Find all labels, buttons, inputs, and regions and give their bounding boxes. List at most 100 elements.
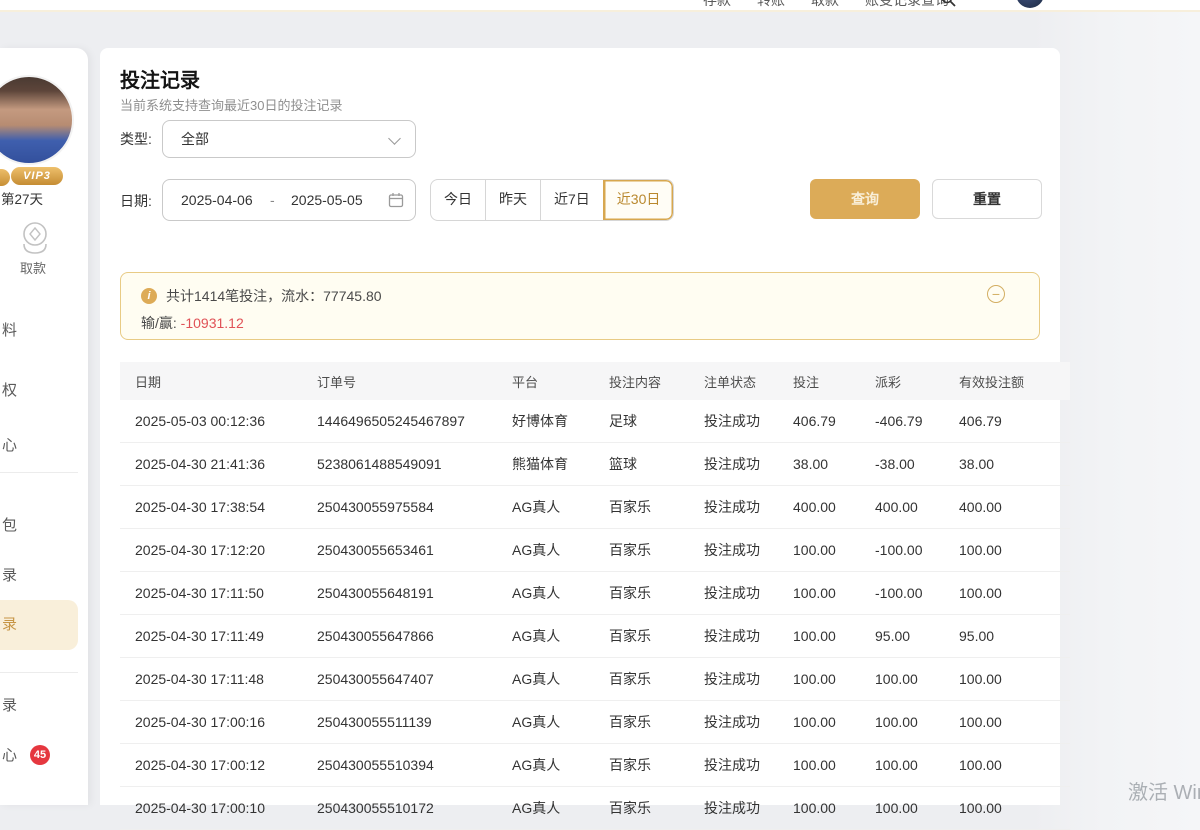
sidebar-item-label: 心: [2, 747, 17, 764]
cell-status: 投注成功: [703, 744, 792, 787]
summary-total-text: 共计1414笔投注，流水：77745.80: [166, 286, 382, 306]
cell-payout: 100.00: [874, 658, 958, 701]
cell-platform: AG真人: [511, 744, 608, 787]
cell-bet: 100.00: [792, 529, 874, 572]
sidebar-item-4[interactable]: 包: [0, 512, 88, 540]
collapse-icon[interactable]: −: [987, 285, 1005, 303]
nav-item-3[interactable]: 账变记录查询: [865, 0, 949, 10]
cell-valid: 100.00: [958, 744, 1070, 787]
nav-item-1[interactable]: 转账: [757, 0, 785, 10]
cell-date: 2025-04-30 17:00:16: [120, 701, 316, 744]
cell-bet: 100.00: [792, 787, 874, 830]
table-row: 2025-04-30 21:41:365238061488549091熊猫体育篮…: [120, 443, 1070, 486]
sidebar-item-label: 心: [2, 437, 17, 454]
date-separator: -: [270, 180, 275, 220]
betting-records-table: 日期订单号平台投注内容注单状态投注派彩有效投注额 2025-05-03 00:1…: [120, 362, 1070, 830]
cell-payout: 100.00: [874, 701, 958, 744]
cell-bet: 100.00: [792, 701, 874, 744]
sidebar-item-1[interactable]: 权: [0, 377, 88, 405]
column-header-4: 注单状态: [703, 362, 792, 400]
cell-payout: 100.00: [874, 744, 958, 787]
cell-content: 百家乐: [608, 744, 703, 787]
winloss-label: 输/赢:: [141, 315, 177, 331]
cell-bet: 100.00: [792, 572, 874, 615]
cell-payout: -406.79: [874, 400, 958, 443]
cell-status: 投注成功: [703, 615, 792, 658]
cell-platform: AG真人: [511, 658, 608, 701]
winloss-value: -10931.12: [181, 315, 244, 331]
quick-filter-3[interactable]: 近30日: [603, 180, 674, 220]
sidebar-divider: [0, 472, 78, 473]
cell-payout: 95.00: [874, 615, 958, 658]
cell-platform: AG真人: [511, 787, 608, 830]
cell-status: 投注成功: [703, 787, 792, 830]
user-avatar[interactable]: [1016, 0, 1044, 8]
date-start-value[interactable]: 2025-04-06: [181, 180, 253, 220]
cell-status: 投注成功: [703, 572, 792, 615]
cell-payout: 400.00: [874, 486, 958, 529]
calendar-icon[interactable]: [388, 192, 404, 211]
cell-bet: 400.00: [792, 486, 874, 529]
column-header-3: 投注内容: [608, 362, 703, 400]
quick-filter-1[interactable]: 昨天: [485, 180, 540, 220]
cell-order: 250430055648191: [316, 572, 511, 615]
table-row: 2025-04-30 17:00:16250430055511139AG真人百家…: [120, 701, 1070, 744]
sidebar-item-6[interactable]: 录: [0, 600, 78, 650]
search-button[interactable]: 查询: [810, 179, 920, 219]
cell-platform: AG真人: [511, 615, 608, 658]
sidebar: VIP3 第27天 取款 料权心包录录录心45: [0, 48, 88, 805]
windows-activation-watermark: 激活 Wind: [1128, 776, 1200, 805]
reset-button[interactable]: 重置: [932, 179, 1042, 219]
cell-payout: -100.00: [874, 572, 958, 615]
cell-date: 2025-04-30 17:12:20: [120, 529, 316, 572]
sidebar-menu: 料权心包录录录心45: [0, 48, 88, 805]
sidebar-item-label: 料: [2, 322, 17, 339]
cell-date: 2025-04-30 17:38:54: [120, 486, 316, 529]
cell-valid: 100.00: [958, 787, 1070, 830]
top-nav-items: 存款 转账 取款 账变记录查询: [703, 0, 949, 10]
sidebar-item-2[interactable]: 心: [0, 432, 88, 460]
table-row: 2025-04-30 17:11:50250430055648191AG真人百家…: [120, 572, 1070, 615]
table-row: 2025-04-30 17:38:54250430055975584AG真人百家…: [120, 486, 1070, 529]
cell-payout: -38.00: [874, 443, 958, 486]
sidebar-item-9[interactable]: 心45: [0, 742, 88, 770]
cell-order: 250430055510394: [316, 744, 511, 787]
summary-banner: i 共计1414笔投注，流水：77745.80 输/赢: -10931.12 −: [120, 272, 1040, 340]
cell-content: 百家乐: [608, 529, 703, 572]
chevron-down-icon: [388, 132, 401, 145]
cell-order: 5238061488549091: [316, 443, 511, 486]
type-filter-label: 类型:: [120, 129, 152, 149]
cell-date: 2025-04-30 17:00:10: [120, 787, 316, 830]
search-icon[interactable]: [941, 0, 956, 12]
cell-bet: 100.00: [792, 744, 874, 787]
column-header-5: 投注: [792, 362, 874, 400]
quick-filter-2[interactable]: 近7日: [540, 180, 603, 220]
cell-status: 投注成功: [703, 701, 792, 744]
sidebar-item-0[interactable]: 料: [0, 317, 88, 345]
cell-valid: 100.00: [958, 658, 1070, 701]
quick-date-filter-group: 今日昨天近7日近30日: [430, 179, 674, 221]
betting-records-card: 投注记录 当前系统支持查询最近30日的投注记录 类型: 全部 日期: 2025-…: [100, 48, 1060, 805]
table-row: 2025-04-30 17:12:20250430055653461AG真人百家…: [120, 529, 1070, 572]
date-range-input[interactable]: 2025-04-06 - 2025-05-05: [162, 179, 416, 221]
cell-content: 百家乐: [608, 615, 703, 658]
table-header-row: 日期订单号平台投注内容注单状态投注派彩有效投注额: [120, 362, 1070, 400]
type-select[interactable]: 全部: [162, 120, 416, 158]
quick-filter-0[interactable]: 今日: [431, 180, 485, 220]
cell-content: 百家乐: [608, 572, 703, 615]
cell-valid: 400.00: [958, 486, 1070, 529]
nav-item-0[interactable]: 存款: [703, 0, 731, 10]
sidebar-item-5[interactable]: 录: [0, 562, 88, 590]
sidebar-item-label: 权: [2, 382, 17, 399]
nav-item-2[interactable]: 取款: [811, 0, 839, 10]
cell-status: 投注成功: [703, 443, 792, 486]
date-end-value[interactable]: 2025-05-05: [291, 180, 363, 220]
sidebar-item-8[interactable]: 录: [0, 692, 88, 720]
column-header-0: 日期: [120, 362, 316, 400]
cell-order: 250430055647866: [316, 615, 511, 658]
column-header-2: 平台: [511, 362, 608, 400]
page-subtitle: 当前系统支持查询最近30日的投注记录: [120, 95, 342, 114]
cell-order: 250430055653461: [316, 529, 511, 572]
sidebar-item-label: 录: [2, 567, 17, 584]
cell-content: 百家乐: [608, 787, 703, 830]
